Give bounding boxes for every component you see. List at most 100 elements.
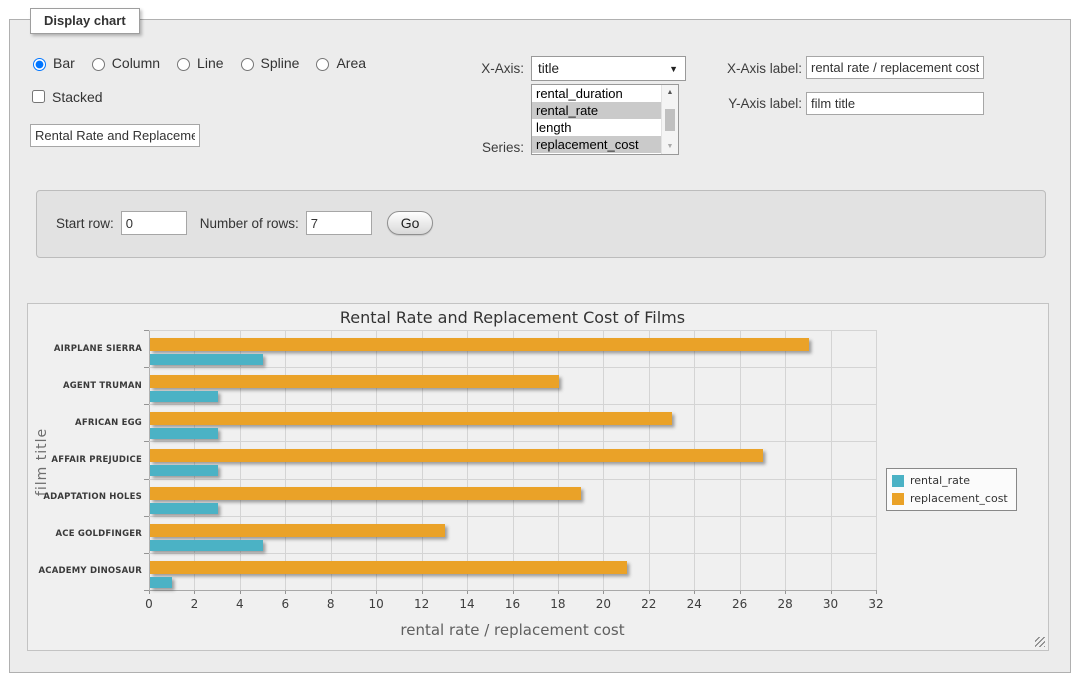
scroll-up-icon[interactable]: ▲ xyxy=(662,85,678,100)
y-tick-mark xyxy=(144,330,149,331)
x-tick-label: 10 xyxy=(361,597,391,611)
x-tick-label: 8 xyxy=(316,597,346,611)
legend-swatch-icon xyxy=(892,475,904,487)
y-tick-mark xyxy=(144,441,149,442)
chart-legend: rental_rate replacement_cost xyxy=(886,468,1017,511)
legend-item-rental_rate: rental_rate xyxy=(892,474,1008,487)
x-axis-selected-value: title xyxy=(538,61,559,76)
bar-rental_rate xyxy=(150,540,263,551)
chevron-down-icon: ▼ xyxy=(669,64,678,74)
display-chart-app: Display chart Bar Column Line Spline Area St… xyxy=(0,0,1081,681)
series-list-label: Series: xyxy=(440,140,524,155)
chart-type-radio-group: Bar Column Line Spline Area xyxy=(28,55,366,71)
x-tick-label: 6 xyxy=(270,597,300,611)
chart-type-text: Spline xyxy=(261,55,300,71)
series-option-rental_duration[interactable]: rental_duration xyxy=(532,85,661,102)
category-label: ADAPTATION HOLES xyxy=(34,492,142,502)
x-tick-label: 32 xyxy=(861,597,891,611)
x-axis-label-field-label: X-Axis label: xyxy=(712,61,802,76)
y-gridline xyxy=(149,441,876,442)
bar-replacement_cost xyxy=(150,487,581,500)
x-gridline xyxy=(876,330,877,590)
chart-type-label-area: Area xyxy=(311,55,366,71)
chart-type-radio-spline[interactable] xyxy=(241,58,254,71)
num-rows-input[interactable] xyxy=(306,211,372,235)
chart-container: Rental Rate and Replacement Cost of Film… xyxy=(27,303,1049,651)
bar-replacement_cost xyxy=(150,449,763,462)
y-tick-mark xyxy=(144,404,149,405)
chart-title: Rental Rate and Replacement Cost of Film… xyxy=(149,308,876,327)
x-tick-label: 14 xyxy=(452,597,482,611)
chart-type-text: Column xyxy=(112,55,160,71)
start-row-label: Start row: xyxy=(56,216,114,231)
num-rows-label: Number of rows: xyxy=(200,216,299,231)
legend-label: replacement_cost xyxy=(910,492,1008,505)
x-axis-select-label: X-Axis: xyxy=(440,61,524,76)
y-tick-mark xyxy=(144,590,149,591)
resize-handle-icon[interactable] xyxy=(1035,637,1045,647)
y-tick-mark xyxy=(144,479,149,480)
x-tick-label: 22 xyxy=(634,597,664,611)
y-gridline xyxy=(149,553,876,554)
chart-type-text: Line xyxy=(197,55,223,71)
go-button[interactable]: Go xyxy=(387,211,434,235)
category-label: ACE GOLDFINGER xyxy=(34,529,142,539)
y-axis-label-field-label: Y-Axis label: xyxy=(712,96,802,111)
bar-rental_rate xyxy=(150,354,263,365)
bar-rental_rate xyxy=(150,465,218,476)
y-gridline xyxy=(149,367,876,368)
row-range-panel: Start row: Number of rows: Go xyxy=(36,190,1046,258)
x-axis-select[interactable]: title ▼ xyxy=(531,56,686,81)
chart-type-radio-bar[interactable] xyxy=(33,58,46,71)
bar-replacement_cost xyxy=(150,561,627,574)
series-multiselect[interactable]: rental_durationrental_ratelengthreplacem… xyxy=(531,84,679,155)
bar-rental_rate xyxy=(150,577,172,588)
x-tick-label: 24 xyxy=(679,597,709,611)
series-option-length[interactable]: length xyxy=(532,119,661,136)
x-tick-label: 4 xyxy=(225,597,255,611)
start-row-input[interactable] xyxy=(121,211,187,235)
chart-type-radio-line[interactable] xyxy=(177,58,190,71)
y-tick-mark xyxy=(144,553,149,554)
x-tick-label: 26 xyxy=(725,597,755,611)
x-tick-label: 28 xyxy=(770,597,800,611)
bar-replacement_cost xyxy=(150,412,672,425)
y-gridline xyxy=(149,516,876,517)
x-axis-line xyxy=(149,590,876,591)
bar-rental_rate xyxy=(150,391,218,402)
y-gridline xyxy=(149,479,876,480)
scroll-down-icon[interactable]: ▼ xyxy=(662,139,678,154)
chart-type-text: Bar xyxy=(53,55,75,71)
x-tick-label: 18 xyxy=(543,597,573,611)
y-gridline xyxy=(149,404,876,405)
stacked-checkbox[interactable] xyxy=(32,90,45,103)
stacked-checkbox-row: Stacked xyxy=(28,87,103,106)
y-axis-label-input[interactable] xyxy=(806,92,984,115)
chart-type-label-column: Column xyxy=(87,55,160,71)
legend-label: rental_rate xyxy=(910,474,970,487)
chart-type-label-spline: Spline xyxy=(236,55,300,71)
category-label: AGENT TRUMAN xyxy=(34,381,142,391)
series-option-replacement_cost[interactable]: replacement_cost xyxy=(532,136,661,153)
x-tick-label: 2 xyxy=(179,597,209,611)
bar-replacement_cost xyxy=(150,338,809,351)
legend-item-replacement_cost: replacement_cost xyxy=(892,492,1008,505)
x-tick-label: 0 xyxy=(134,597,164,611)
y-gridline xyxy=(149,330,876,331)
row-range-controls: Start row: Number of rows: Go xyxy=(56,211,433,235)
chart-type-radio-area[interactable] xyxy=(316,58,329,71)
chart-title-input[interactable] xyxy=(30,124,200,147)
series-scrollbar[interactable]: ▲ ▼ xyxy=(661,85,678,154)
x-tick-label: 30 xyxy=(816,597,846,611)
scrollbar-thumb[interactable] xyxy=(665,109,675,131)
x-gridline xyxy=(831,330,832,590)
fieldset-legend: Display chart xyxy=(30,8,140,34)
chart-type-radio-column[interactable] xyxy=(92,58,105,71)
stacked-label: Stacked xyxy=(28,87,103,106)
category-label: ACADEMY DINOSAUR xyxy=(34,566,142,576)
series-options: rental_durationrental_ratelengthreplacem… xyxy=(532,85,661,154)
series-option-rental_rate[interactable]: rental_rate xyxy=(532,102,661,119)
x-axis-label-input[interactable] xyxy=(806,56,984,79)
category-label: AIRPLANE SIERRA xyxy=(34,344,142,354)
bar-rental_rate xyxy=(150,428,218,439)
